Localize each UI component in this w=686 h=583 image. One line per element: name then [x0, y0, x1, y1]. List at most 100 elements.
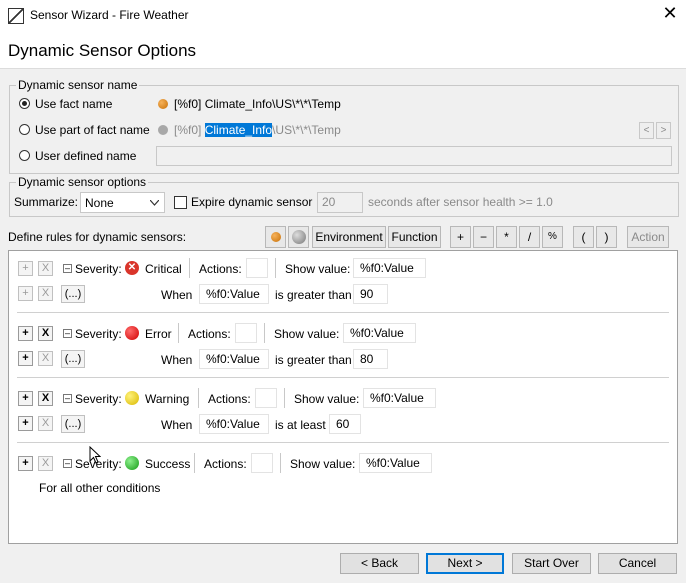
warning-icon — [125, 391, 139, 405]
minus-operator-button[interactable]: − — [473, 226, 494, 248]
when-field[interactable]: %f0:Value — [199, 349, 269, 369]
group-condition-button[interactable]: (...) — [61, 415, 85, 433]
action-button[interactable]: Action — [627, 226, 669, 248]
close-icon[interactable]: ✕ — [660, 3, 680, 24]
success-icon — [125, 456, 139, 470]
use-fact-name-radio[interactable] — [19, 98, 30, 109]
part-right-button[interactable]: > — [656, 122, 671, 139]
operator-label[interactable]: is greater than — [275, 288, 352, 302]
collapse-icon[interactable]: – — [63, 329, 72, 338]
plus-operator-button[interactable]: + — [450, 226, 471, 248]
add-condition-button[interactable]: + — [18, 351, 33, 366]
remove-condition-button[interactable]: X — [38, 351, 53, 366]
remove-rule-button[interactable]: X — [38, 391, 53, 406]
use-fact-name-label[interactable]: Use fact name — [35, 97, 112, 111]
severity-value[interactable]: Success — [145, 457, 190, 471]
sensor-options-legend: Dynamic sensor options — [18, 175, 147, 189]
add-rule-button[interactable]: + — [18, 456, 33, 471]
window-title: Sensor Wizard - Fire Weather — [30, 8, 189, 22]
add-condition-button[interactable]: + — [18, 416, 33, 431]
rule-separator — [17, 312, 669, 313]
insert-fact-button[interactable] — [265, 226, 286, 248]
seconds-input[interactable]: 20 — [317, 192, 363, 213]
add-rule-button[interactable]: + — [18, 326, 33, 341]
expire-checkbox[interactable] — [174, 196, 187, 209]
remove-rule-button[interactable]: X — [38, 456, 53, 471]
when-field[interactable]: %f0:Value — [199, 414, 269, 434]
divider — [178, 323, 179, 343]
actions-field[interactable] — [235, 323, 257, 343]
group-condition-button[interactable]: (...) — [61, 350, 85, 368]
user-defined-label[interactable]: User defined name — [35, 149, 136, 163]
operator-label[interactable]: is greater than — [275, 353, 352, 367]
threshold-field[interactable]: 60 — [329, 414, 361, 434]
error-icon — [125, 326, 139, 340]
divider — [264, 323, 265, 343]
add-rule-button[interactable]: + — [18, 391, 33, 406]
divider — [189, 258, 190, 278]
actions-label: Actions: — [204, 457, 247, 471]
right-paren-button[interactable]: ) — [596, 226, 617, 248]
modulo-operator-button[interactable]: % — [542, 226, 563, 248]
remove-rule-button[interactable]: X — [38, 326, 53, 341]
part-left-button[interactable]: < — [639, 122, 654, 139]
insert-variable-button[interactable] — [288, 226, 309, 248]
show-value-label: Show value: — [294, 392, 360, 406]
chevron-down-icon — [150, 200, 159, 206]
actions-field[interactable] — [251, 453, 273, 473]
app-icon — [8, 8, 24, 24]
rules-panel: + X – Severity: ✕ Critical Actions: Show… — [8, 250, 678, 544]
divider — [280, 453, 281, 473]
fact-prefix: [%f0] — [174, 97, 202, 111]
rule-separator — [17, 442, 669, 443]
function-button[interactable]: Function — [388, 226, 441, 248]
remove-rule-button[interactable]: X — [38, 261, 53, 276]
group-condition-button[interactable]: (...) — [61, 285, 85, 303]
next-button[interactable]: Next > — [426, 553, 504, 574]
collapse-icon[interactable]: – — [63, 459, 72, 468]
rules-label: Define rules for dynamic sensors: — [8, 230, 187, 244]
threshold-field[interactable]: 80 — [353, 349, 388, 369]
operator-label[interactable]: is at least — [275, 418, 326, 432]
summarize-label: Summarize: — [14, 195, 79, 209]
severity-value[interactable]: Error — [145, 327, 172, 341]
divider — [275, 258, 276, 278]
severity-value[interactable]: Critical — [145, 262, 182, 276]
use-part-radio[interactable] — [19, 124, 30, 135]
fact-path: Climate_Info\US\*\*\Temp — [204, 97, 341, 111]
remove-condition-button[interactable]: X — [38, 416, 53, 431]
severity-value[interactable]: Warning — [145, 392, 189, 406]
actions-label: Actions: — [199, 262, 242, 276]
severity-label: Severity: — [75, 392, 122, 406]
summarize-value: None — [85, 196, 114, 210]
severity-label: Severity: — [75, 327, 122, 341]
start-over-button[interactable]: Start Over — [512, 553, 591, 574]
collapse-icon[interactable]: – — [63, 264, 72, 273]
threshold-field[interactable]: 90 — [353, 284, 388, 304]
show-value-field[interactable]: %f0:Value — [343, 323, 416, 343]
remove-condition-button[interactable]: X — [38, 286, 53, 301]
use-part-label[interactable]: Use part of fact name — [35, 123, 150, 137]
show-value-field[interactable]: %f0:Value — [359, 453, 432, 473]
part-name-value[interactable]: [%f0] Climate_Info\US\*\*\Temp — [174, 123, 341, 137]
user-defined-input[interactable] — [156, 146, 672, 166]
summarize-select[interactable]: None — [80, 192, 165, 213]
when-field[interactable]: %f0:Value — [199, 284, 269, 304]
show-value-field[interactable]: %f0:Value — [363, 388, 436, 408]
variable-icon — [292, 230, 306, 244]
cancel-button[interactable]: Cancel — [598, 553, 677, 574]
show-value-field[interactable]: %f0:Value — [353, 258, 426, 278]
user-defined-radio[interactable] — [19, 150, 30, 161]
divide-operator-button[interactable]: / — [519, 226, 540, 248]
environment-button[interactable]: Environment — [312, 226, 386, 248]
collapse-icon[interactable]: – — [63, 394, 72, 403]
add-rule-button[interactable]: + — [18, 261, 33, 276]
actions-field[interactable] — [255, 388, 277, 408]
multiply-operator-button[interactable]: * — [496, 226, 517, 248]
left-paren-button[interactable]: ( — [573, 226, 594, 248]
actions-field[interactable] — [246, 258, 268, 278]
expire-label[interactable]: Expire dynamic sensor — [191, 195, 312, 209]
add-condition-button[interactable]: + — [18, 286, 33, 301]
back-button[interactable]: < Back — [340, 553, 419, 574]
part-selected-text[interactable]: Climate_Info — [204, 123, 273, 137]
